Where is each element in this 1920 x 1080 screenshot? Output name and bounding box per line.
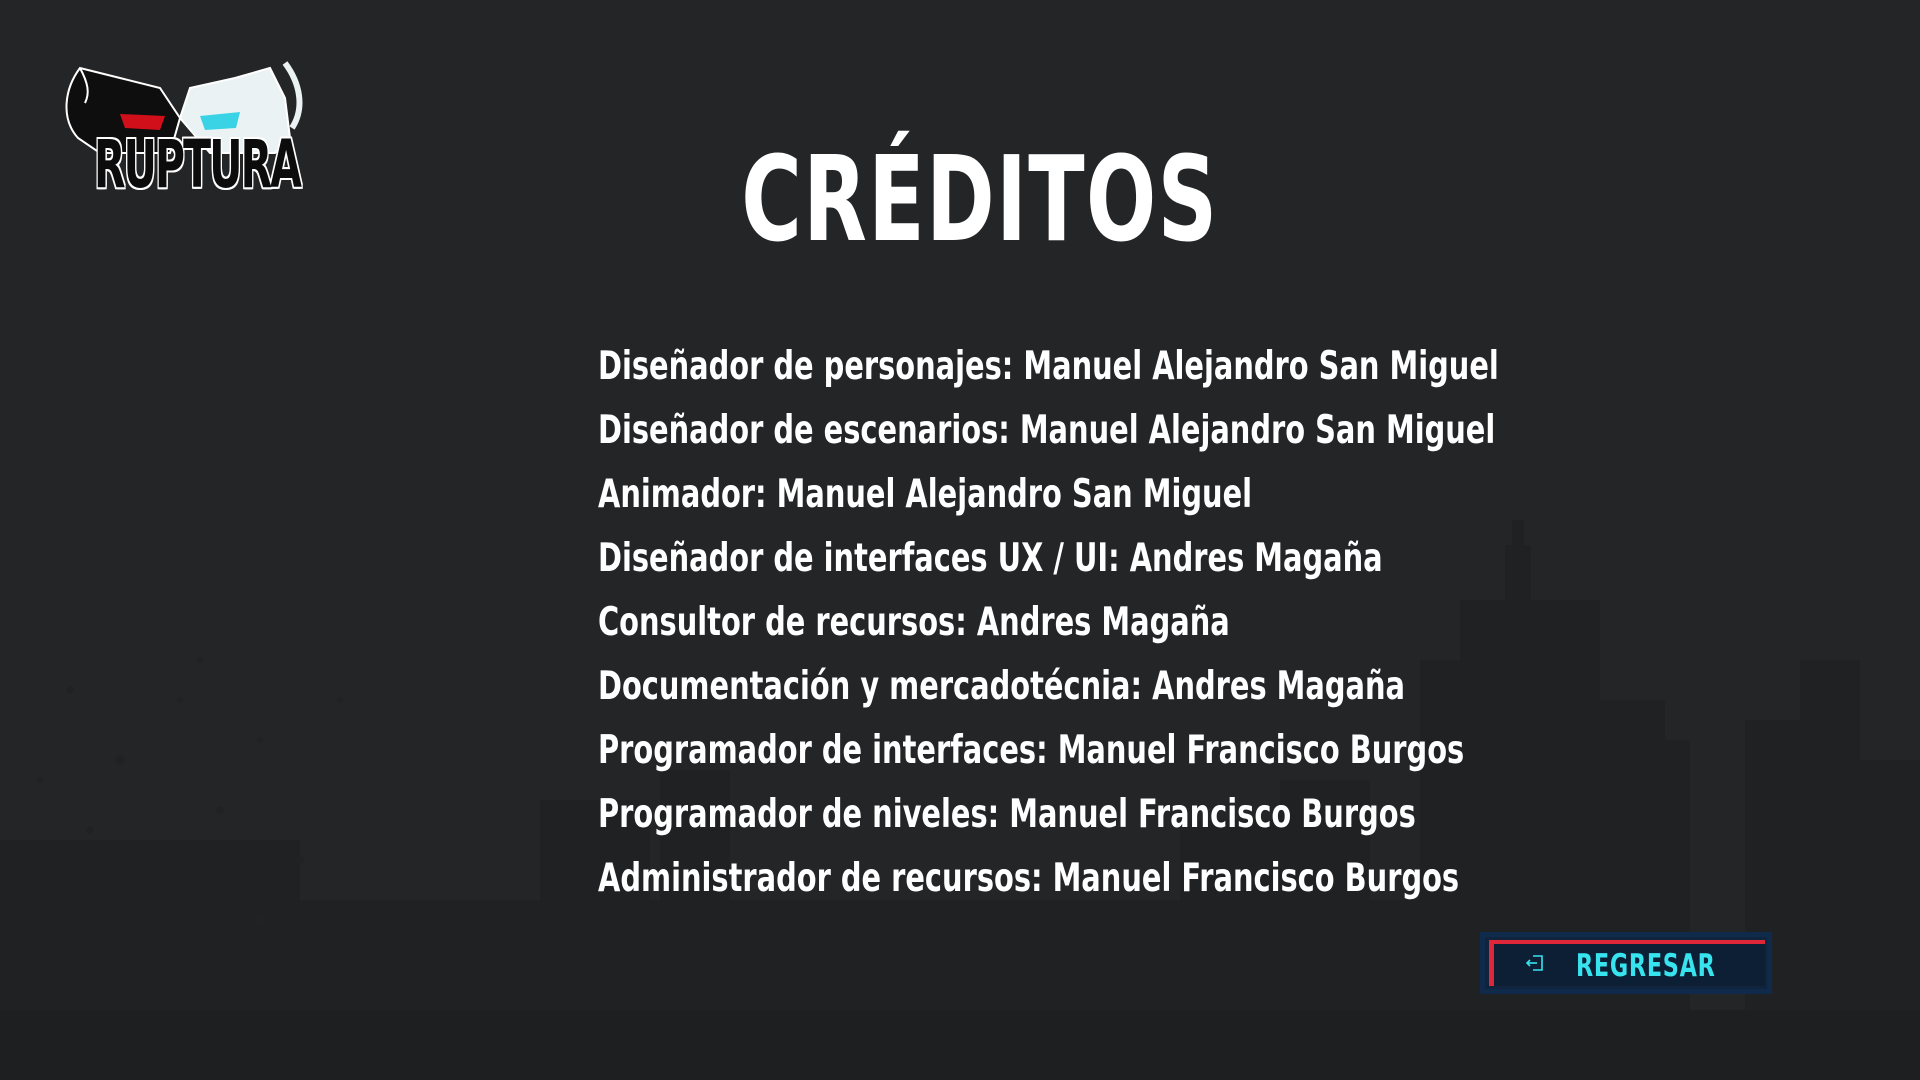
credit-line: Consultor de recursos: Andres Magaña: [598, 600, 1230, 645]
credits-list: Diseñador de personajes: Manuel Alejandr…: [598, 342, 1598, 918]
credit-line: Programador de niveles: Manuel Francisco…: [598, 792, 1416, 837]
credit-line: Diseñador de interfaces UX / UI: Andres …: [598, 536, 1383, 581]
exit-door-icon: [1525, 955, 1543, 971]
credit-line: Programador de interfaces: Manuel Franci…: [598, 728, 1465, 773]
credit-line: Diseñador de personajes: Manuel Alejandr…: [598, 344, 1499, 389]
credit-line: Animador: Manuel Alejandro San Miguel: [598, 472, 1253, 517]
credit-line: Administrador de recursos: Manuel Franci…: [598, 856, 1460, 901]
credit-line: Diseñador de escenarios: Manuel Alejandr…: [598, 408, 1496, 453]
credit-line: Documentación y mercadotécnia: Andres Ma…: [598, 664, 1406, 709]
page-title: CRÉDITOS: [741, 130, 1219, 268]
back-button-label: REGRESAR: [1576, 948, 1716, 984]
back-button[interactable]: REGRESAR: [1480, 932, 1772, 994]
back-button-frame: REGRESAR: [1489, 940, 1765, 986]
